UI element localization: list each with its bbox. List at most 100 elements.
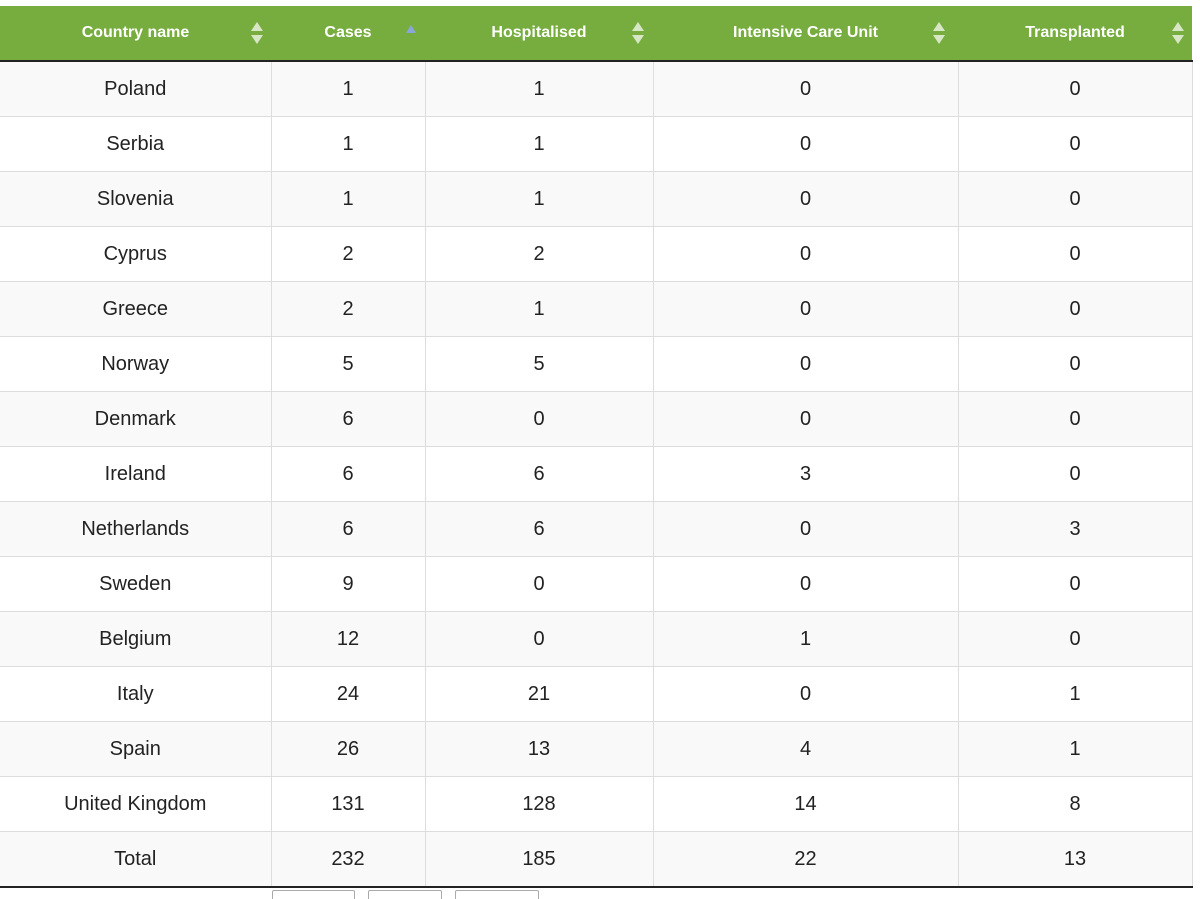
sort-toggle-icon[interactable] [632,22,644,44]
cell-hospitalised: 1 [424,116,654,172]
cell-icu: 0 [652,556,959,612]
cell-country: Ireland [0,446,272,502]
cell-cases: 24 [270,666,426,722]
cell-country: Slovenia [0,171,272,227]
cell-transplanted: 0 [957,60,1193,117]
cell-hospitalised: 1 [424,60,654,117]
cell-transplanted: 0 [957,556,1193,612]
cell-transplanted: 13 [957,831,1193,888]
cell-country: Serbia [0,116,272,172]
cell-transplanted: 1 [957,666,1193,722]
column-header-cases[interactable]: Cases [271,6,425,62]
pagination-button[interactable] [368,890,442,899]
cell-transplanted: 0 [957,281,1193,337]
cell-cases: 26 [270,721,426,777]
cell-country: Belgium [0,611,272,667]
table-row: United Kingdom 131 128 14 8 [0,776,1193,832]
sort-toggle-icon[interactable] [251,22,263,44]
cell-icu: 22 [652,831,959,888]
column-header-intensive-care-unit[interactable]: Intensive Care Unit [653,6,958,62]
sort-toggle-icon[interactable] [933,22,945,44]
cell-hospitalised: 0 [424,556,654,612]
cell-country: Spain [0,721,272,777]
cell-icu: 0 [652,60,959,117]
cell-hospitalised: 6 [424,446,654,502]
cell-icu: 0 [652,281,959,337]
column-header-hospitalised[interactable]: Hospitalised [425,6,653,62]
cell-icu: 1 [652,611,959,667]
cell-transplanted: 0 [957,171,1193,227]
column-header-label: Country name [81,24,190,41]
table-row: Denmark 6 0 0 0 [0,391,1193,447]
cell-icu: 0 [652,501,959,557]
cases-table: Country name Cases Hospitalised Intensiv… [0,6,1193,888]
cell-hospitalised: 13 [424,721,654,777]
cell-country: Greece [0,281,272,337]
table-row: Norway 5 5 0 0 [0,336,1193,392]
cell-transplanted: 1 [957,721,1193,777]
column-header-label: Transplanted [1025,24,1125,41]
cell-icu: 0 [652,391,959,447]
cell-cases: 6 [270,391,426,447]
cell-transplanted: 0 [957,391,1193,447]
table-row: Italy 24 21 0 1 [0,666,1193,722]
table-row: Sweden 9 0 0 0 [0,556,1193,612]
table-row: Ireland 6 6 3 0 [0,446,1193,502]
cell-hospitalised: 0 [424,611,654,667]
column-header-country-name[interactable]: Country name [0,6,271,62]
cell-icu: 4 [652,721,959,777]
cell-hospitalised: 0 [424,391,654,447]
cell-icu: 14 [652,776,959,832]
table-row: Poland 1 1 0 0 [0,60,1193,117]
cell-cases: 1 [270,60,426,117]
cell-cases: 5 [270,336,426,392]
sort-toggle-icon[interactable] [1172,22,1184,44]
table-row: Belgium 12 0 1 0 [0,611,1193,667]
sort-ascending-icon[interactable] [406,25,416,33]
cell-country: Italy [0,666,272,722]
cell-country: United Kingdom [0,776,272,832]
cell-cases: 6 [270,446,426,502]
cell-hospitalised: 1 [424,281,654,337]
cell-cases: 2 [270,281,426,337]
cell-country: Denmark [0,391,272,447]
column-header-label: Intensive Care Unit [733,24,878,41]
cell-country: Netherlands [0,501,272,557]
cell-transplanted: 3 [957,501,1193,557]
table-row: Serbia 1 1 0 0 [0,116,1193,172]
cell-hospitalised: 2 [424,226,654,282]
table-row: Cyprus 2 2 0 0 [0,226,1193,282]
cell-cases: 6 [270,501,426,557]
cell-cases: 1 [270,116,426,172]
column-header-transplanted[interactable]: Transplanted [958,6,1192,62]
cell-icu: 0 [652,666,959,722]
cell-icu: 0 [652,116,959,172]
table-header-row: Country name Cases Hospitalised Intensiv… [0,6,1192,62]
cell-country: Sweden [0,556,272,612]
cell-transplanted: 0 [957,611,1193,667]
table-row: Spain 26 13 4 1 [0,721,1193,777]
column-header-label: Hospitalised [491,24,587,41]
page: Country name Cases Hospitalised Intensiv… [0,0,1200,899]
table-row: Netherlands 6 6 0 3 [0,501,1193,557]
table-row: Slovenia 1 1 0 0 [0,171,1193,227]
table-row: Greece 2 1 0 0 [0,281,1193,337]
cell-country: Norway [0,336,272,392]
cell-hospitalised: 5 [424,336,654,392]
cell-icu: 0 [652,226,959,282]
cell-icu: 3 [652,446,959,502]
pagination-button[interactable] [272,890,355,899]
cell-icu: 0 [652,171,959,227]
cell-transplanted: 8 [957,776,1193,832]
cell-country: Cyprus [0,226,272,282]
cell-cases: 131 [270,776,426,832]
cell-hospitalised: 128 [424,776,654,832]
cell-transplanted: 0 [957,116,1193,172]
cell-hospitalised: 6 [424,501,654,557]
pagination-button[interactable] [455,890,539,899]
cell-transplanted: 0 [957,446,1193,502]
total-row: Total 232 185 22 13 [0,831,1193,888]
cell-cases: 12 [270,611,426,667]
cell-hospitalised: 1 [424,171,654,227]
cell-country: Poland [0,60,272,117]
